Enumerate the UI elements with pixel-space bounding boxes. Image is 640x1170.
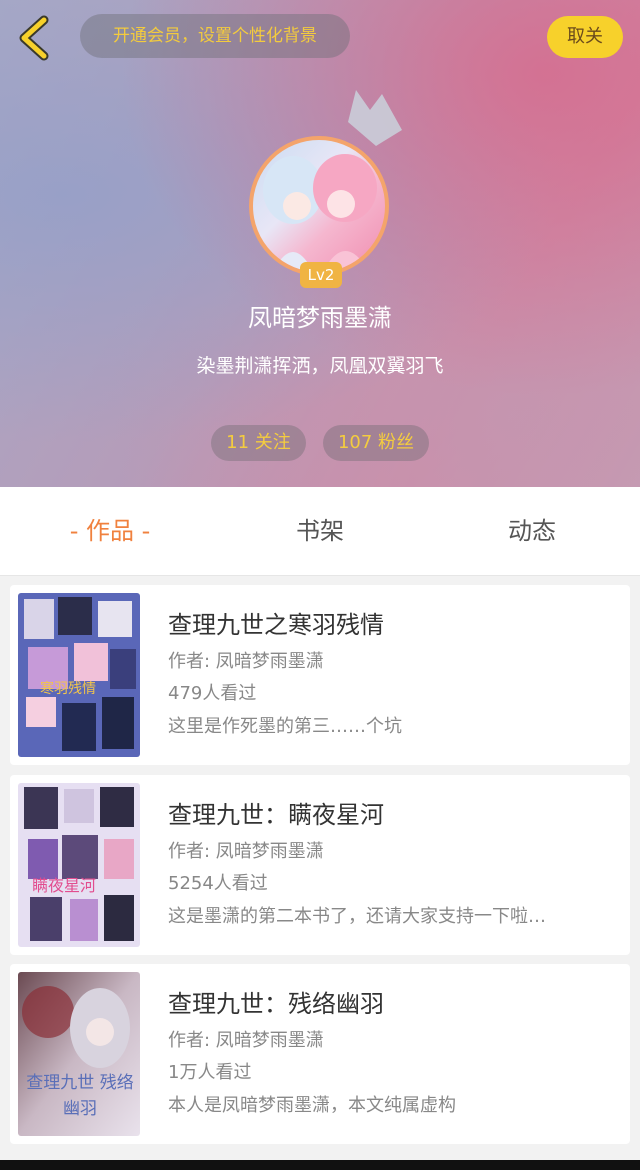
user-signature: 染墨荆潇挥洒，凤凰双翼羽飞 bbox=[196, 355, 444, 377]
book-views: 5254人看过 bbox=[168, 873, 268, 894]
system-bar bbox=[0, 1160, 640, 1170]
svg-text:寒羽残情: 寒羽残情 bbox=[40, 680, 96, 697]
avatar[interactable] bbox=[249, 136, 389, 276]
level-badge: Lv2 bbox=[300, 262, 342, 288]
book-views: 479人看过 bbox=[168, 683, 257, 704]
book-cover: 瞒夜星河 bbox=[18, 783, 140, 947]
book-author: 作者: 凤暗梦雨墨潇 bbox=[168, 841, 324, 862]
book-cover-text: 查理九世 残络幽羽 bbox=[26, 1073, 134, 1119]
back-icon bbox=[19, 15, 49, 61]
tab-activity[interactable]: 动态 bbox=[462, 487, 602, 575]
username: 凤暗梦雨墨潇 bbox=[248, 304, 392, 332]
following-count-button[interactable]: 11 关注 bbox=[211, 425, 306, 461]
svg-text:瞒夜星河: 瞒夜星河 bbox=[32, 876, 96, 895]
back-button[interactable] bbox=[14, 14, 58, 62]
tab-works[interactable]: - 作品 - bbox=[40, 487, 180, 575]
book-card[interactable]: 寒羽残情 查理九世之寒羽残情 作者: 凤暗梦雨墨潇 479人看过 这里是作死墨的… bbox=[10, 585, 630, 765]
book-description: 本人是凤暗梦雨墨潇，本文纯属虚构 bbox=[168, 1095, 456, 1116]
book-title: 查理九世：瞒夜星河 bbox=[168, 801, 384, 829]
book-card[interactable]: 查理九世 残络幽羽 查理九世：残络幽羽 作者: 凤暗梦雨墨潇 1万人看过 本人是… bbox=[10, 964, 630, 1144]
book-title: 查理九世：残络幽羽 bbox=[168, 990, 384, 1018]
book-card[interactable]: 瞒夜星河 查理九世：瞒夜星河 作者: 凤暗梦雨墨潇 5254人看过 这是墨潇的第… bbox=[10, 775, 630, 955]
vip-promo-button[interactable]: 开通会员，设置个性化背景 bbox=[80, 14, 350, 58]
book-views: 1万人看过 bbox=[168, 1062, 252, 1083]
book-author: 作者: 凤暗梦雨墨潇 bbox=[168, 651, 324, 672]
book-description: 这是墨潇的第二本书了，还请大家支持一下啦… bbox=[168, 906, 546, 927]
unfollow-button[interactable]: 取关 bbox=[547, 16, 623, 58]
profile-header: 开通会员，设置个性化背景 取关 Lv2 凤暗梦雨墨潇 染墨荆潇挥洒，凤凰双翼羽飞… bbox=[0, 0, 640, 487]
avatar-image bbox=[263, 154, 377, 272]
book-cover: 寒羽残情 bbox=[18, 593, 140, 757]
book-title: 查理九世之寒羽残情 bbox=[168, 611, 384, 639]
book-cover: 查理九世 残络幽羽 bbox=[18, 972, 140, 1136]
book-description: 这里是作死墨的第三……个坑 bbox=[168, 716, 402, 737]
book-author: 作者: 凤暗梦雨墨潇 bbox=[168, 1030, 324, 1051]
tab-bookshelf[interactable]: 书架 bbox=[250, 487, 390, 575]
profile-tabs: - 作品 - 书架 动态 bbox=[0, 487, 640, 576]
fans-count-button[interactable]: 107 粉丝 bbox=[323, 425, 429, 461]
